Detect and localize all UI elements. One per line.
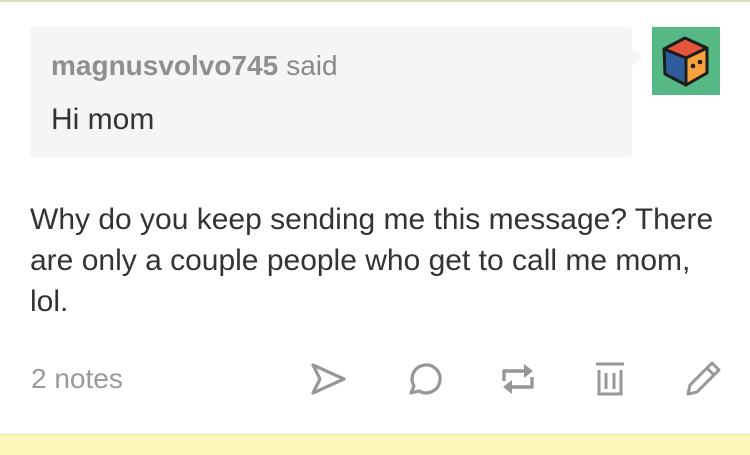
ask-message: Hi mom	[51, 103, 155, 136]
reply-icon	[409, 363, 442, 395]
reply-button[interactable]	[404, 359, 444, 399]
asker-avatar[interactable]	[652, 27, 720, 95]
asker-line: magnusvolvo745 said	[51, 49, 338, 83]
share-button[interactable]	[308, 359, 348, 399]
delete-button[interactable]	[590, 359, 630, 399]
ask-bubble: magnusvolvo745 said Hi mom	[30, 27, 642, 157]
edit-icon	[686, 361, 721, 396]
asker-said-label: said	[286, 50, 338, 81]
reblog-button[interactable]	[498, 359, 538, 399]
next-post-edge	[0, 434, 750, 455]
delete-icon	[596, 362, 624, 396]
cube-avatar-icon	[662, 36, 709, 87]
reblog-icon	[502, 364, 534, 394]
asker-name[interactable]: magnusvolvo745	[51, 50, 278, 81]
edit-button[interactable]	[682, 359, 722, 399]
notes-count[interactable]: 2 notes	[31, 362, 123, 396]
share-icon	[311, 363, 346, 395]
top-divider	[0, 0, 750, 2]
answer-text: Why do you keep sending me this message?…	[30, 203, 714, 318]
